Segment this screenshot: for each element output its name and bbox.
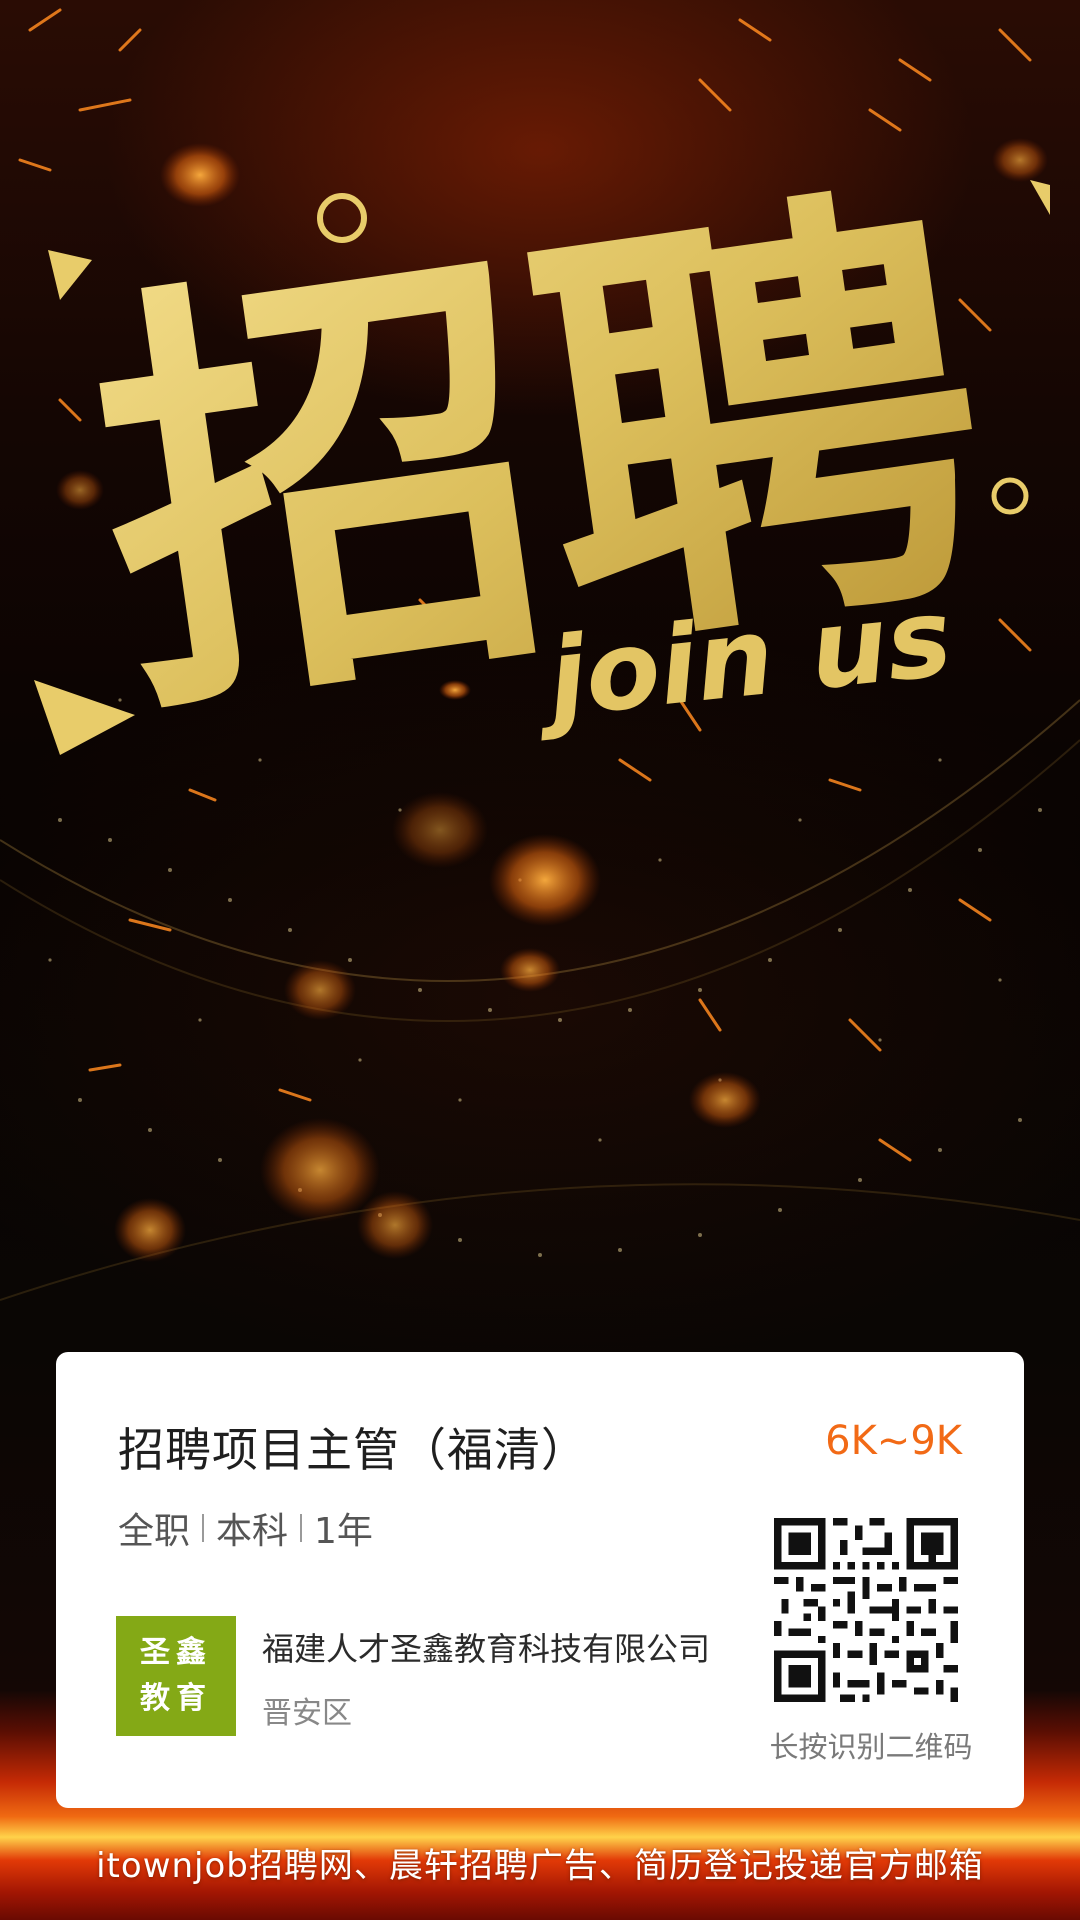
job-education: 本科 — [216, 1511, 289, 1552]
triangle-ornament-icon — [34, 680, 135, 755]
company-logo-line1: 圣鑫 — [140, 1635, 212, 1670]
divider — [202, 1514, 205, 1542]
company-logo-line2: 教育 — [140, 1681, 212, 1716]
divider — [300, 1514, 303, 1542]
company-name: 福建人才圣鑫教育科技有限公司 — [262, 1630, 711, 1668]
ring-ornament-icon — [991, 477, 1029, 515]
company-logo: 圣鑫 教育 — [116, 1616, 236, 1736]
headline-graphic: 招聘 join us — [34, 143, 1050, 760]
qr-hint: 长按识别二维码 — [769, 1730, 973, 1764]
footer-text: itownjob招聘网、晨轩招聘广告、简历登记投递官方邮箱 — [96, 1846, 984, 1886]
job-card[interactable]: 招聘项目主管（福清） 6K~9K 全职 本科 1年 圣鑫 教育 福建人才圣鑫教育… — [56, 1352, 1024, 1808]
job-title: 招聘项目主管（福清） — [118, 1423, 588, 1477]
company-area: 晋安区 — [262, 1696, 352, 1731]
salary-range: 6K~9K — [825, 1418, 962, 1464]
job-type: 全职 — [118, 1511, 191, 1552]
job-experience: 1年 — [314, 1511, 373, 1552]
recruitment-poster: 招聘 join us 招聘项目主管（福清） 6K~9K 全职 本科 1年 圣鑫 … — [0, 0, 1080, 1920]
qr-code-icon[interactable] — [774, 1518, 958, 1702]
job-requirements: 全职 本科 1年 — [118, 1502, 373, 1554]
triangle-ornament-icon — [1030, 180, 1050, 215]
